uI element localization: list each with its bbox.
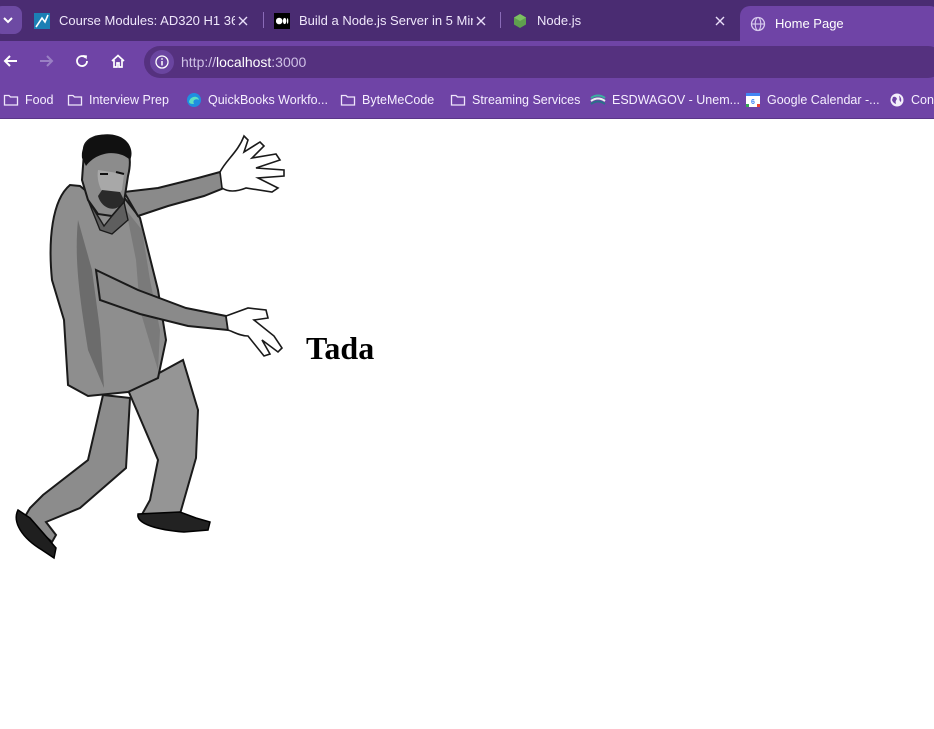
home-button[interactable] [108, 51, 128, 71]
bookmark-quickbooks[interactable]: QuickBooks Workfo... [186, 91, 328, 109]
bookmark-food[interactable]: Food [3, 91, 54, 109]
bookmark-label: QuickBooks Workfo... [208, 93, 328, 107]
globe-icon [750, 16, 766, 31]
edge-icon [187, 93, 201, 107]
medium-icon [274, 12, 290, 29]
folder-icon [340, 94, 356, 106]
arrow-left-icon [3, 55, 17, 67]
tab-home-page[interactable]: Home Page [740, 6, 934, 41]
globe-icon [890, 93, 904, 107]
reload-button[interactable] [72, 51, 92, 71]
bookmark-interview-prep[interactable]: Interview Prep [67, 91, 169, 109]
info-icon [155, 55, 169, 69]
chevron-down-icon [3, 17, 13, 24]
page-heading: Tada [306, 330, 375, 366]
bookmark-label: Food [25, 93, 54, 107]
tab-title: Course Modules: AD320 H1 365 [59, 13, 235, 28]
url-host: localhost [216, 54, 272, 70]
back-button[interactable] [1, 51, 21, 71]
svg-text:6: 6 [751, 99, 755, 106]
folder-icon [450, 94, 466, 106]
url-scheme: http:// [181, 54, 217, 70]
folder-icon [3, 94, 19, 106]
bookmark-bytemecode[interactable]: ByteMeCode [340, 91, 434, 109]
bookmark-google-calendar[interactable]: 6 Google Calendar -... [745, 91, 880, 109]
tab-nodejs[interactable]: Node.js [502, 4, 736, 37]
bookmark-label: Cont [911, 93, 934, 107]
bookmark-cont[interactable]: Cont [889, 91, 934, 109]
nodejs-icon [514, 13, 526, 28]
arrow-right-icon [40, 55, 54, 67]
canvas-lms-icon [34, 12, 50, 29]
reload-icon [76, 55, 88, 67]
forward-button[interactable] [36, 51, 56, 71]
google-calendar-icon: 6 [746, 93, 760, 107]
url-port: :3000 [271, 54, 307, 70]
tab-course-modules[interactable]: Course Modules: AD320 H1 365 [24, 4, 259, 37]
esd-icon [590, 94, 606, 105]
site-info-button[interactable] [150, 50, 174, 74]
bookmark-label: Streaming Services [472, 93, 581, 107]
bookmark-label: Interview Prep [89, 93, 169, 107]
tab-title: Build a Node.js Server in 5 Minu [299, 13, 473, 28]
bookmark-streaming-services[interactable]: Streaming Services [450, 91, 580, 109]
tab-strip: Course Modules: AD320 H1 365 Build a Nod… [0, 0, 934, 41]
page-content: Tada [0, 120, 934, 729]
url-text[interactable]: http://localhost:3000 [181, 54, 306, 70]
address-bar[interactable]: http://localhost:3000 [144, 46, 934, 78]
tab-nodejs-server-article[interactable]: Build a Node.js Server in 5 Minu [264, 4, 497, 37]
bookmark-label: Google Calendar -... [767, 93, 880, 107]
bookmark-esdwagov[interactable]: ESDWAGOV - Unem... [590, 91, 740, 109]
close-icon[interactable] [712, 13, 728, 29]
tab-separator [500, 12, 501, 28]
close-icon[interactable] [235, 13, 251, 29]
tab-title: Node.js [537, 13, 582, 28]
nope-meme-image [15, 134, 285, 560]
navigation-toolbar: http://localhost:3000 [0, 41, 934, 81]
home-icon [111, 54, 125, 68]
bookmark-label: ESDWAGOV - Unem... [612, 93, 741, 107]
bookmark-label: ByteMeCode [362, 93, 435, 107]
bookmarks-bar: Food Interview Prep QuickBooks Workfo...… [0, 81, 934, 119]
tab-search-button[interactable] [0, 6, 22, 34]
folder-icon [67, 94, 83, 106]
close-icon[interactable] [473, 13, 489, 29]
tab-title: Home Page [775, 16, 844, 31]
